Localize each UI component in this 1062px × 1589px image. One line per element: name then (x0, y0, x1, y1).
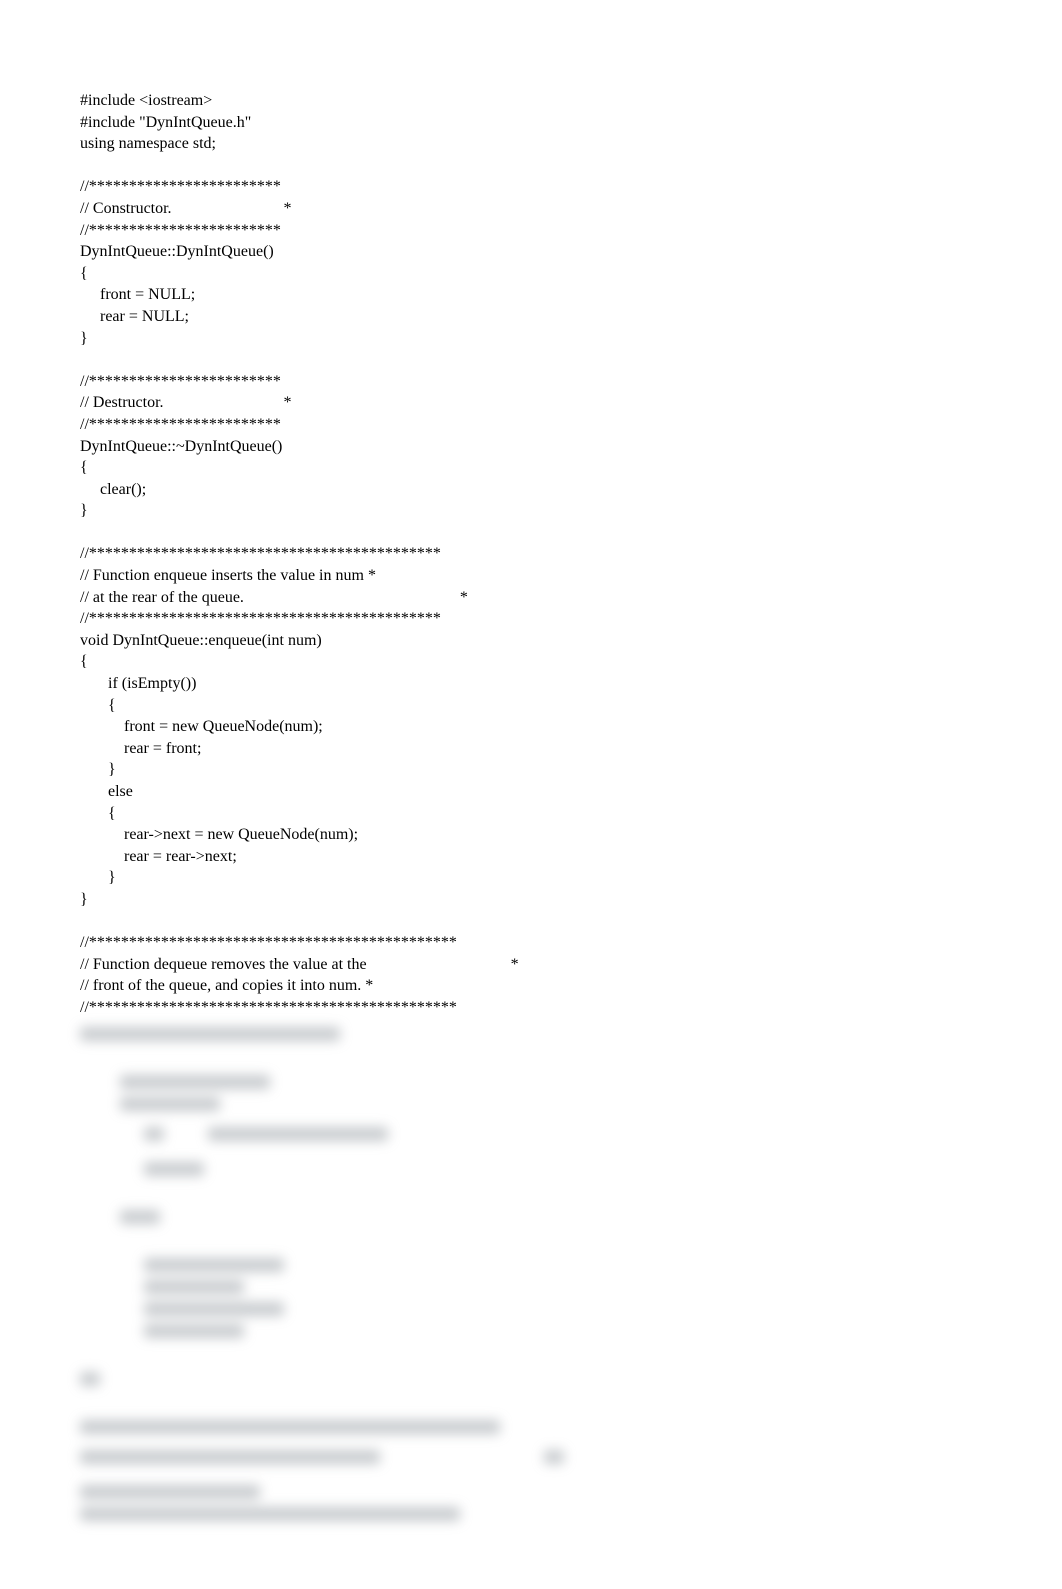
code-line: } (80, 328, 982, 350)
code-line (80, 522, 982, 544)
code-line (80, 911, 982, 933)
code-line: { (80, 803, 982, 825)
code-line: rear = front; (80, 738, 982, 760)
code-line: // Function dequeue removes the value at… (80, 954, 982, 976)
code-line (80, 155, 982, 177)
code-line: // Destructor. * (80, 392, 982, 414)
code-line: } (80, 889, 982, 911)
code-line: { (80, 457, 982, 479)
code-line: //**************************************… (80, 932, 982, 954)
code-line: #include <iostream> (80, 90, 982, 112)
code-line: { (80, 651, 982, 673)
code-line: using namespace std; (80, 133, 982, 155)
code-line: } (80, 759, 982, 781)
code-line: // Function enqueue inserts the value in… (80, 565, 982, 587)
code-line: DynIntQueue::DynIntQueue() (80, 241, 982, 263)
code-line: if (isEmpty()) (80, 673, 982, 695)
code-line: front = NULL; (80, 284, 982, 306)
code-line: rear->next = new QueueNode(num); (80, 824, 982, 846)
code-line: clear(); (80, 479, 982, 501)
code-line: rear = rear->next; (80, 846, 982, 868)
code-line: { (80, 695, 982, 717)
code-line: // at the rear of the queue. * (80, 587, 982, 609)
code-line: front = new QueueNode(num); (80, 716, 982, 738)
code-line: //************************ (80, 414, 982, 436)
code-line (80, 349, 982, 371)
code-line: #include "DynIntQueue.h" (80, 112, 982, 134)
code-line: //************************ (80, 176, 982, 198)
code-line: //**************************************… (80, 997, 982, 1019)
code-line: DynIntQueue::~DynIntQueue() (80, 436, 982, 458)
code-line: //**************************************… (80, 608, 982, 630)
code-line: { (80, 263, 982, 285)
code-line: // Constructor. * (80, 198, 982, 220)
document-page: #include <iostream> #include "DynIntQueu… (0, 0, 1062, 1589)
code-line: // front of the queue, and copies it int… (80, 975, 982, 997)
code-line: rear = NULL; (80, 306, 982, 328)
code-line: } (80, 867, 982, 889)
code-line: } (80, 500, 982, 522)
code-line: //************************ (80, 371, 982, 393)
code-line: //************************ (80, 220, 982, 242)
code-line: //**************************************… (80, 543, 982, 565)
code-line: void DynIntQueue::enqueue(int num) (80, 630, 982, 652)
code-line: else (80, 781, 982, 803)
blurred-hidden-content (80, 1027, 982, 1521)
